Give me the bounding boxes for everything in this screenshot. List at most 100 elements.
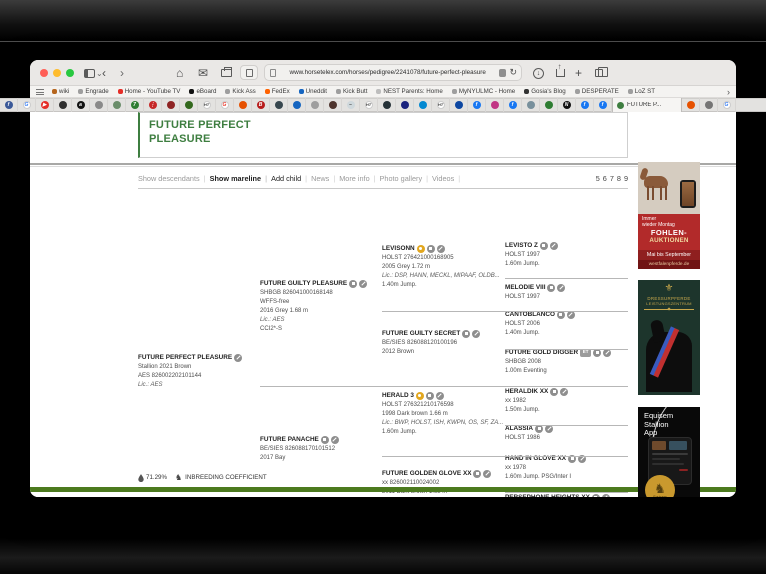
back-button[interactable]: ‹ xyxy=(102,64,106,82)
edit-badge-icon[interactable] xyxy=(234,354,242,362)
pinned-tab[interactable]: f xyxy=(468,98,486,112)
pinned-tab[interactable] xyxy=(396,98,414,112)
horse-name-link[interactable]: FUTURE PANACHE xyxy=(260,435,319,445)
pinned-tab[interactable] xyxy=(108,98,126,112)
bookmark-item[interactable]: Engrade xyxy=(78,88,108,95)
edit-badge-icon[interactable] xyxy=(437,245,445,253)
horse-name-link[interactable]: HERALDIK XX xyxy=(505,387,548,397)
medal-badge-icon[interactable] xyxy=(416,392,424,400)
pinned-tab[interactable]: a xyxy=(72,98,90,112)
tab-overview-icon[interactable] xyxy=(592,64,606,82)
photo-badge-icon[interactable] xyxy=(550,388,558,396)
menu-item-show-mareline[interactable]: Show mareline xyxy=(210,174,268,183)
pinned-tab[interactable]: – xyxy=(342,98,360,112)
pinned-tab[interactable] xyxy=(288,98,306,112)
pinned-tab[interactable]: HT xyxy=(432,98,450,112)
photo-badge-icon[interactable] xyxy=(349,280,357,288)
horse-name-link[interactable]: FUTURE PERFECT PLEASURE xyxy=(138,353,232,363)
photo-badge-icon[interactable] xyxy=(592,494,600,497)
pinned-tab[interactable] xyxy=(522,98,540,112)
address-bar[interactable]: www.horsetelex.com/horses/pedigree/22410… xyxy=(264,64,522,81)
edit-badge-icon[interactable] xyxy=(436,392,444,400)
horse-name-link[interactable]: FUTURE GUILTY SECRET xyxy=(382,329,460,339)
pinned-tab[interactable]: HT xyxy=(198,98,216,112)
pinned-tab[interactable] xyxy=(700,98,718,112)
menu-item-more-info[interactable]: More info xyxy=(339,174,375,183)
pinned-tab[interactable] xyxy=(306,98,324,112)
pinned-tab[interactable]: ▶ xyxy=(36,98,54,112)
bookmarks-overflow-chevron-icon[interactable]: › xyxy=(727,87,730,97)
bookmark-item[interactable]: Home - YouTube TV xyxy=(118,88,181,95)
photo-badge-icon[interactable] xyxy=(547,284,555,292)
pinned-tab[interactable]: f xyxy=(0,98,18,112)
menu-item-videos[interactable]: Videos xyxy=(432,174,460,183)
mail-icon[interactable]: ✉ xyxy=(198,64,208,82)
bookmark-item[interactable]: Uneddit xyxy=(299,88,327,95)
photo-badge-icon[interactable] xyxy=(473,470,481,478)
pinned-tab[interactable]: N xyxy=(558,98,576,112)
bookmark-item[interactable]: eBoard xyxy=(189,88,216,95)
minimize-window-button[interactable] xyxy=(53,69,61,77)
downloads-icon[interactable]: ↓ xyxy=(533,64,544,82)
pinned-tab[interactable]: G xyxy=(216,98,234,112)
pinned-tab[interactable] xyxy=(682,98,700,112)
bookmark-item[interactable]: DESPERATE xyxy=(575,88,619,95)
pinned-tab[interactable] xyxy=(180,98,198,112)
pager-digit[interactable]: 6 xyxy=(603,174,607,183)
photo-badge-icon[interactable] xyxy=(426,392,434,400)
edit-badge-icon[interactable] xyxy=(472,330,480,338)
pinned-tab[interactable]: f xyxy=(594,98,612,112)
edit-badge-icon[interactable] xyxy=(359,280,367,288)
bookmark-item[interactable]: NEST Parents: Home xyxy=(376,88,442,95)
url-text[interactable]: www.horsetelex.com/horses/pedigree/22410… xyxy=(276,69,499,76)
bookmark-item[interactable]: LoZ ST xyxy=(628,88,655,95)
ad-dressurpferde-leistungszentrum[interactable]: ⚜ DRESSURPFERDE LEISTUNGSZENTRUM xyxy=(638,280,700,395)
menu-item-news[interactable]: News xyxy=(311,174,335,183)
pinned-tab[interactable] xyxy=(162,98,180,112)
horse-name-link[interactable]: PERSEPHONE HEIGHTS XX xyxy=(505,493,590,497)
menu-item-add-child[interactable]: Add child xyxy=(271,174,307,183)
bookmark-item[interactable]: MyNYULMC - Home xyxy=(452,88,515,95)
bookmark-item[interactable]: Kick Ass xyxy=(225,88,255,95)
pinned-tab[interactable] xyxy=(90,98,108,112)
bookmark-item[interactable]: wiki xyxy=(52,88,69,95)
horse-name-link[interactable]: LEVISONN xyxy=(382,244,415,254)
pinned-tab[interactable]: 7 xyxy=(126,98,144,112)
zoom-window-button[interactable] xyxy=(66,69,74,77)
close-window-button[interactable] xyxy=(40,69,48,77)
bookmarks-menu-icon[interactable] xyxy=(36,89,44,95)
ad-equisem-stallion-app[interactable]: Equisem Stallion App ♞ Equisem Download … xyxy=(638,407,700,497)
privacy-badge-icon[interactable] xyxy=(499,69,506,77)
pinned-tab[interactable]: ⋮ xyxy=(144,98,162,112)
menu-item-photo-gallery[interactable]: Photo gallery xyxy=(380,174,429,183)
pinned-tab[interactable]: B xyxy=(252,98,270,112)
pinned-tab[interactable] xyxy=(54,98,72,112)
edit-badge-icon[interactable] xyxy=(602,494,610,497)
print-icon[interactable] xyxy=(220,64,232,82)
pinned-tab[interactable]: f xyxy=(504,98,522,112)
reload-icon[interactable]: ↻ xyxy=(509,67,517,78)
active-tab[interactable]: FUTURE P... xyxy=(612,98,682,112)
edit-badge-icon[interactable] xyxy=(557,284,565,292)
pinned-tab[interactable] xyxy=(414,98,432,112)
pinned-tab[interactable] xyxy=(234,98,252,112)
pager-digit[interactable]: 9 xyxy=(624,174,628,183)
share-icon[interactable] xyxy=(554,64,566,82)
edit-badge-icon[interactable] xyxy=(483,470,491,478)
medal-badge-icon[interactable] xyxy=(417,245,425,253)
new-tab-button[interactable]: + xyxy=(575,64,582,82)
edit-badge-icon[interactable] xyxy=(560,388,568,396)
photo-badge-icon[interactable] xyxy=(321,436,329,444)
pager-digit[interactable]: 8 xyxy=(617,174,621,183)
pinned-tab[interactable] xyxy=(450,98,468,112)
forward-button[interactable]: › xyxy=(120,64,124,82)
bookmark-item[interactable]: FedEx xyxy=(265,88,290,95)
pinned-tab[interactable]: HT xyxy=(360,98,378,112)
pinned-tab[interactable] xyxy=(540,98,558,112)
photo-badge-icon[interactable] xyxy=(540,242,548,250)
pinned-tab[interactable] xyxy=(270,98,288,112)
pager-digit[interactable]: 7 xyxy=(610,174,614,183)
pinned-tab[interactable] xyxy=(324,98,342,112)
ad-fohlen-auktionen[interactable]: Immerwieder Montag FOHLEN- AUKTIONEN Mai… xyxy=(638,162,700,269)
horse-name-link[interactable]: FUTURE GOLDEN GLOVE XX xyxy=(382,469,471,479)
